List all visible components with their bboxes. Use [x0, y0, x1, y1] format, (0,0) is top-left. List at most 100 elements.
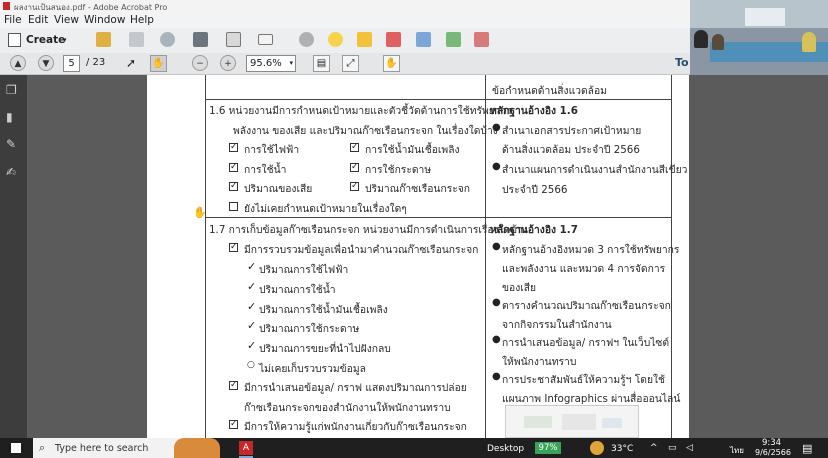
temperature[interactable]: 33°C [611, 444, 633, 454]
clock-date[interactable]: 9/6/2566 [755, 448, 791, 457]
full-screen-icon[interactable]: ⤢ [342, 55, 359, 72]
zoom-in-button[interactable]: + [220, 55, 236, 71]
checkbox-unchecked [229, 202, 238, 211]
open-folder-icon[interactable] [96, 32, 111, 47]
s17-sub-option: ปริมาณการใช้กระดาษ [259, 323, 360, 335]
s17-sub-option: ปริมาณการขยะที่นำไปฝังกลบ [259, 343, 391, 355]
previous-page-button[interactable]: ▲ [10, 55, 26, 71]
print-icon[interactable] [193, 32, 208, 47]
ref-1-6-item-cont: ประจำปี 2566 [502, 184, 568, 196]
zoom-out-button[interactable]: − [192, 55, 208, 71]
highlight-icon[interactable] [357, 32, 372, 47]
s16-option: การใช้กระดาษ [365, 164, 432, 176]
bookmarks-icon[interactable]: ▮ [6, 110, 19, 124]
s17-sub-option: ปริมาณการใช้น้ำ [259, 284, 336, 296]
zoom-level-select[interactable]: 95.6% ▾ [246, 55, 296, 72]
checkbox-checked: ✓ [229, 242, 238, 252]
fit-page-icon[interactable]: ▤ [313, 55, 330, 72]
s17-sub-option: ปริมาณการใช้น้ำมันเชื้อเพลิง [259, 304, 388, 316]
menu-view[interactable]: View [54, 14, 79, 26]
ref-1-7-item-cont: จากกิจกรรมในสำนักงาน [502, 319, 612, 331]
cloud-upload-icon[interactable] [160, 32, 175, 47]
check-mark-icon: ✓ [247, 339, 257, 352]
ref-1-6-item: สำเนาแผนการดำเนินงานสำนักงานสีเขียว [502, 164, 688, 176]
s16-option-none: ยังไม่เคยกำหนดเป้าหมายในเรื่องใดๆ [244, 203, 407, 215]
email-icon[interactable] [258, 34, 273, 45]
checkbox-checked: ✓ [350, 142, 359, 152]
s17-sub-option-none: ไม่เคยเก็บรวบรวมข้อมูล [259, 363, 366, 375]
save-icon[interactable] [129, 32, 144, 47]
s17-option: มีการรวบรวมข้อมูลเพื่อนำมาคำนวณก๊าซเรือน… [244, 244, 479, 256]
page-thumbnails-icon[interactable]: ❐ [6, 83, 19, 97]
hand-tool-icon[interactable]: ✋ [150, 55, 167, 72]
settings-gear-icon[interactable] [299, 32, 314, 47]
insert-page-icon[interactable] [446, 32, 461, 47]
s17-sub-option: ปริมาณการใช้ไฟฟ้า [259, 264, 349, 276]
input-language[interactable]: ไทย [730, 444, 744, 457]
read-mode-icon[interactable]: ✋ [383, 55, 400, 72]
pdf-app-icon [3, 2, 10, 10]
battery-indicator[interactable]: 97% [535, 442, 561, 454]
embedded-screenshot-image [505, 405, 639, 438]
attachments-icon[interactable]: ✎ [6, 137, 19, 151]
menu-help[interactable]: Help [130, 14, 154, 26]
checkbox-checked: ✓ [229, 162, 238, 172]
sun-weather-icon[interactable] [590, 441, 604, 455]
select-cursor-icon[interactable]: ➚ [126, 56, 136, 70]
image-detail [562, 414, 596, 430]
ref-1-7-item-cont: และพลังงาน และหมวด 4 การจัดการ [502, 263, 666, 275]
volume-icon[interactable]: ◁ [686, 443, 693, 453]
ref-1-7-item: การประชาสัมพันธ์ให้ความรู้ฯ โดยใช้ [502, 374, 666, 386]
check-mark-icon: ✓ [247, 260, 257, 273]
bullet: ● [492, 161, 501, 172]
s17-option: มีการนำเสนอข้อมูล/ กราฟ แสดงปริมาณการปล่… [244, 382, 467, 394]
table-row-divider [205, 217, 672, 218]
windows-start-icon[interactable] [11, 443, 21, 453]
ref-1-6-item: สำเนาเอกสารประกาศเป้าหมาย [502, 125, 642, 137]
signatures-icon[interactable]: ✍ [6, 165, 19, 179]
chevron-down-icon: ▾ [289, 59, 293, 67]
check-mark-icon: ✓ [247, 300, 257, 313]
bullet: ● [492, 371, 501, 382]
video-person [712, 34, 724, 50]
taskbar-search-box[interactable]: ⌕ Type here to search [33, 438, 185, 458]
notifications-icon[interactable]: ▤ [802, 442, 812, 455]
pdf-page: ข้อกำหนดด้านสิ่งแวดล้อม 1.6 หน่วยงานมีกา… [147, 75, 689, 438]
bullet: ● [492, 122, 501, 133]
checkbox-checked: ✓ [229, 380, 238, 390]
tools-pane-link[interactable]: To [675, 56, 689, 69]
video-call-thumbnail[interactable] [690, 0, 828, 75]
search-icon: ⌕ [39, 441, 46, 454]
clock-time[interactable]: 9:34 [762, 438, 781, 448]
create-icon [8, 33, 21, 47]
widget-weather-image-icon[interactable] [174, 438, 220, 458]
checkbox-checked: ✓ [229, 181, 238, 191]
delete-page-icon[interactable] [386, 32, 401, 47]
ref-1-7-item: หลักฐานอ้างอิงหมวด 3 การใช้ทรัพยากร [502, 244, 680, 256]
image-detail [602, 418, 622, 428]
menu-edit[interactable]: Edit [28, 14, 48, 26]
s16-option: การใช้น้ำ [244, 164, 287, 176]
menu-window[interactable]: Window [84, 14, 125, 26]
create-button[interactable]: Create ▾ [6, 32, 67, 49]
checkbox-checked: ✓ [350, 162, 359, 172]
export-icon[interactable] [416, 32, 431, 47]
check-mark-icon: ✓ [247, 319, 257, 332]
search-placeholder: Type here to search [55, 443, 149, 454]
menu-file[interactable]: File [4, 14, 22, 26]
edit-document-icon[interactable] [226, 32, 241, 47]
stamp-icon[interactable] [474, 32, 489, 47]
ref-1-6-heading: หลักฐานอ้างอิง 1.6 [490, 105, 578, 117]
acrobat-taskbar-icon[interactable]: A [239, 441, 253, 455]
chevron-up-icon[interactable]: ^ [650, 443, 658, 453]
bullet: ● [492, 241, 501, 252]
comment-icon[interactable] [328, 32, 343, 47]
network-icon[interactable]: ▭ [668, 443, 677, 453]
table-row-divider [205, 99, 672, 100]
bullet: ● [492, 334, 501, 345]
bullet: ● [492, 297, 501, 308]
next-page-button[interactable]: ▼ [38, 55, 54, 71]
page-number-input[interactable]: 5 [63, 55, 80, 72]
s16-option: การใช้ไฟฟ้า [244, 144, 300, 156]
desktop-toolbar-label[interactable]: Desktop [487, 444, 524, 454]
